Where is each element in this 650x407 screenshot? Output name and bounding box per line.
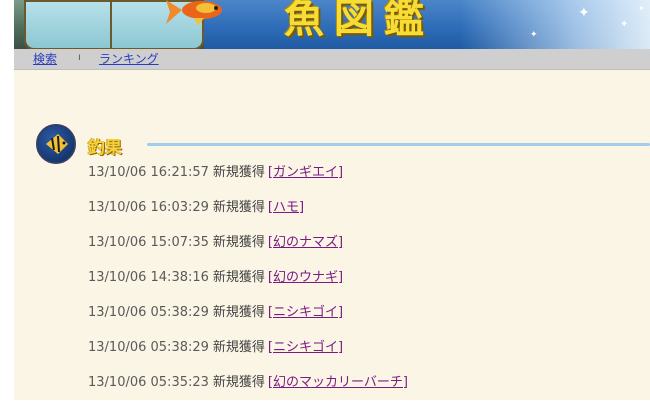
log-timestamp: 13/10/06 16:03:29 (88, 200, 209, 215)
angelfish-icon (46, 134, 68, 154)
list-item: 13/10/06 16:21:57 新規獲得 [ガンギエイ] (88, 162, 408, 197)
catch-log-list: 13/10/06 16:21:57 新規獲得 [ガンギエイ] 13/10/06 16… (88, 162, 408, 407)
star-icon: ✦ (578, 5, 590, 21)
list-item: 13/10/06 16:03:29 新規獲得 [ハモ] (88, 197, 408, 232)
log-action: 新規獲得 (212, 270, 265, 285)
section-divider-line (147, 143, 650, 146)
goldfish-icon (166, 0, 222, 26)
list-item: 13/10/06 05:38:29 新規獲得 [ニシキゴイ] (88, 337, 408, 372)
list-item: 13/10/06 15:07:35 新規獲得 [幻のナマズ] (88, 232, 408, 267)
fish-link[interactable]: [幻のマッカリーバーチ] (268, 375, 408, 390)
nav-separator: ı (78, 52, 81, 63)
fish-link[interactable]: [ニシキゴイ] (268, 305, 343, 320)
log-action: 新規獲得 (212, 165, 265, 180)
list-item: 13/10/06 14:38:16 新規獲得 [幻のウナギ] (88, 267, 408, 302)
log-timestamp: 13/10/06 16:21:57 (88, 165, 209, 180)
fish-link[interactable]: [幻のウナギ] (268, 270, 343, 285)
site-banner: 魚図鑑 ✦ ✦ ✦ ✦ (14, 0, 650, 49)
fish-link[interactable]: [ニシキゴイ] (268, 340, 343, 355)
starry-sky-decoration: ✦ ✦ ✦ ✦ (460, 0, 650, 49)
catch-section-header: 釣果 (36, 124, 650, 164)
fish-link[interactable]: [ハモ] (268, 200, 304, 215)
log-timestamp: 13/10/06 14:38:16 (88, 270, 209, 285)
log-timestamp: 13/10/06 15:07:35 (88, 235, 209, 250)
banner-title: 魚図鑑 (284, 0, 434, 42)
nav-ranking-link[interactable]: ランキング (99, 50, 159, 67)
fish-link[interactable]: [ガンギエイ] (268, 165, 343, 180)
section-title: 釣果 (88, 138, 122, 158)
log-action: 新規獲得 (212, 235, 265, 250)
fish-link[interactable]: [幻のナマズ] (268, 235, 343, 250)
log-action: 新規獲得 (212, 200, 265, 215)
list-item: 13/10/06 05:38:29 新規獲得 [ニシキゴイ] (88, 302, 408, 337)
log-action: 新規獲得 (212, 375, 265, 390)
star-icon: ✦ (620, 19, 629, 30)
log-timestamp: 13/10/06 05:38:29 (88, 340, 209, 355)
star-icon: ✦ (638, 4, 645, 13)
fish-emblem-icon (36, 124, 76, 164)
list-item: 13/10/06 05:35:23 新規獲得 [幻のマッカリーバーチ] (88, 372, 408, 407)
log-timestamp: 13/10/06 05:35:23 (88, 375, 209, 390)
nav-search-link[interactable]: 検索 (33, 50, 57, 67)
star-icon: ✦ (530, 30, 538, 40)
log-timestamp: 13/10/06 05:38:29 (88, 305, 209, 320)
navigation-bar: 検索 ı ランキング (14, 49, 650, 70)
log-action: 新規獲得 (212, 340, 265, 355)
log-action: 新規獲得 (212, 305, 265, 320)
book-page-left (24, 0, 118, 49)
